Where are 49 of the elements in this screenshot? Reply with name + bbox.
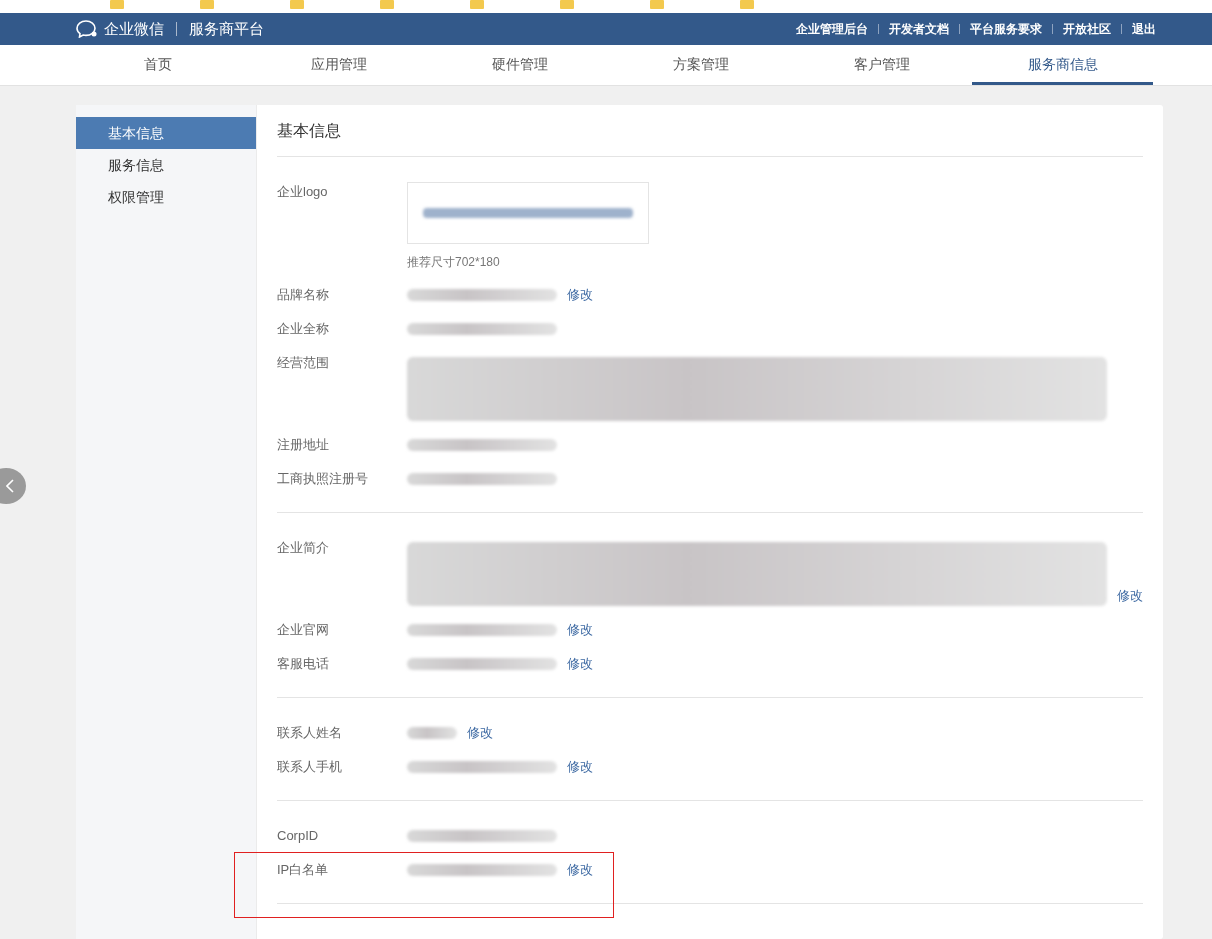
edit-link[interactable]: 修改 — [1117, 586, 1143, 606]
field-label: 客服电话 — [277, 655, 330, 673]
bookmark-folder-icon[interactable] — [560, 0, 574, 9]
edit-link[interactable]: 修改 — [467, 723, 493, 743]
edit-link[interactable]: 修改 — [567, 620, 593, 640]
header-link[interactable]: 开放社区 — [1063, 20, 1111, 38]
edit-link[interactable]: 修改 — [567, 860, 593, 880]
edit-link[interactable]: 修改 — [567, 654, 593, 674]
header-link[interactable]: 开发者文档 — [889, 20, 949, 38]
sidebar-item[interactable]: 权限管理 — [76, 181, 256, 213]
bookmark-folder-icon[interactable] — [380, 0, 394, 9]
field-label: IP白名单 — [277, 861, 330, 879]
bookmark-folder-icon[interactable] — [200, 0, 214, 9]
edit-link[interactable]: 修改 — [567, 757, 593, 777]
field-label: CorpID — [277, 827, 320, 845]
brand-name: 企业微信 — [104, 19, 164, 39]
header-link[interactable]: 平台服务要求 — [970, 20, 1042, 38]
field-label: 企业logo — [277, 183, 329, 201]
nav-tab[interactable]: 方案管理 — [610, 45, 791, 85]
field-label: 工商执照注册号 — [277, 470, 369, 488]
field-label: 联系人姓名 — [277, 724, 343, 742]
field-label: 联系人手机 — [277, 758, 343, 776]
chevron-left-icon — [6, 479, 14, 493]
nav-tab[interactable]: 客户管理 — [791, 45, 972, 85]
platform-name: 服务商平台 — [189, 19, 264, 39]
chat-bubble-icon — [76, 20, 98, 38]
redacted-value — [407, 727, 457, 739]
nav-tab[interactable]: 硬件管理 — [429, 45, 610, 85]
field-label: 企业官网 — [277, 621, 330, 639]
logo-size-hint: 推荐尺寸702*180 — [407, 254, 501, 271]
sidebar-item[interactable]: 服务信息 — [76, 149, 256, 181]
section-title: 基本信息 — [277, 105, 1143, 157]
sidebar-item[interactable]: 基本信息 — [76, 117, 256, 149]
header-link[interactable]: 企业管理后台 — [796, 20, 868, 38]
nav-tab[interactable]: 应用管理 — [248, 45, 429, 85]
field-label: 注册地址 — [277, 436, 330, 454]
bookmark-folder-icon[interactable] — [290, 0, 304, 9]
bookmark-folder-icon[interactable] — [110, 0, 124, 9]
field-label: 企业全称 — [277, 320, 330, 338]
nav-tab[interactable]: 服务商信息 — [972, 45, 1153, 85]
bookmark-folder-icon[interactable] — [650, 0, 664, 9]
bookmark-folder-icon[interactable] — [470, 0, 484, 9]
edit-link[interactable]: 修改 — [567, 285, 593, 305]
field-label: 品牌名称 — [277, 286, 330, 304]
header-link[interactable]: 退出 — [1132, 20, 1156, 38]
bookmark-folder-icon[interactable] — [740, 0, 754, 9]
field-label: 经营范围 — [277, 354, 330, 372]
nav-tab[interactable]: 首页 — [67, 45, 248, 85]
field-label: 企业简介 — [277, 539, 330, 557]
